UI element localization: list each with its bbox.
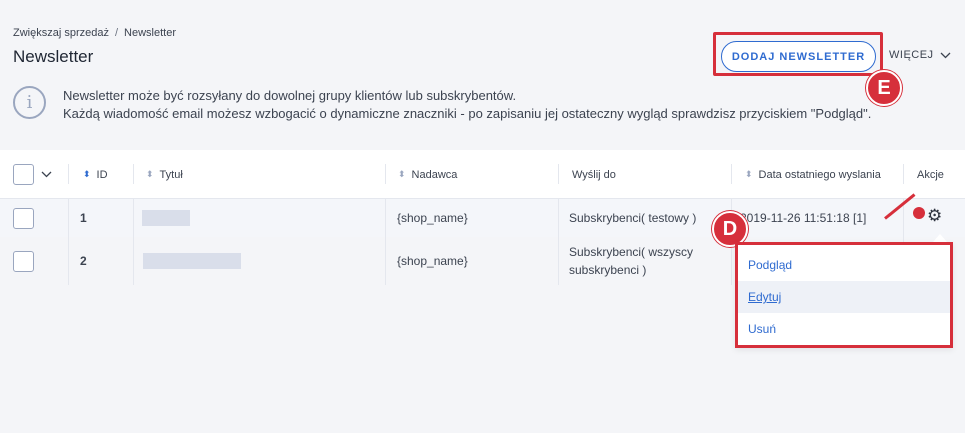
column-header-last-sent[interactable]: ⬍ Data ostatniego wyslania bbox=[745, 150, 881, 199]
column-header-actions: Akcje bbox=[917, 168, 944, 181]
breadcrumb: Zwiększaj sprzedaż / Newsletter bbox=[13, 27, 176, 39]
info-icon: i bbox=[13, 86, 46, 119]
sort-icon: ⬍ bbox=[83, 169, 91, 179]
info-line-2: Każdą wiadomość email możesz wzbogacić o… bbox=[63, 106, 872, 121]
row-checkbox[interactable] bbox=[13, 250, 34, 272]
dropdown-caret bbox=[933, 234, 947, 242]
row-send-to: Subskrybenci( testowy ) bbox=[569, 211, 697, 225]
sort-icon: ⬍ bbox=[146, 169, 154, 179]
page-title: Newsletter bbox=[13, 47, 94, 66]
breadcrumb-parent-link[interactable]: Zwiększaj sprzedaż bbox=[13, 27, 109, 39]
column-header-title[interactable]: ⬍ Tytuł bbox=[146, 150, 183, 199]
row-sender: {shop_name} bbox=[397, 211, 468, 225]
info-line-1: Newsletter może być rozsyłany do dowolne… bbox=[63, 88, 517, 103]
row-sender: {shop_name} bbox=[397, 254, 468, 268]
annotation-marker-e: E bbox=[866, 70, 902, 106]
column-header-send-to: Wyślij do bbox=[572, 168, 616, 181]
sort-icon: ⬍ bbox=[745, 169, 753, 179]
row-checkbox[interactable] bbox=[13, 207, 34, 229]
chevron-down-icon bbox=[940, 52, 951, 58]
breadcrumb-separator: / bbox=[114, 27, 119, 39]
menu-item-edit[interactable]: Edytuj bbox=[738, 281, 950, 313]
more-menu-button[interactable]: WIĘCEJ bbox=[889, 49, 951, 61]
menu-item-preview[interactable]: Podgląd bbox=[738, 249, 950, 281]
sort-icon: ⬍ bbox=[398, 169, 406, 179]
actions-dropdown-menu: Podgląd Edytuj Usuń bbox=[735, 242, 953, 348]
chevron-down-icon[interactable] bbox=[41, 171, 52, 178]
row-send-to: Subskrybenci( wszyscy subskrybenci ) bbox=[569, 245, 694, 277]
column-header-sender[interactable]: ⬍ Nadawca bbox=[398, 150, 457, 199]
breadcrumb-current: Newsletter bbox=[124, 27, 177, 39]
row-id: 1 bbox=[80, 211, 87, 225]
more-label: WIĘCEJ bbox=[889, 49, 934, 61]
redacted-title bbox=[143, 253, 241, 269]
info-text: Newsletter może być rozsyłany do dowolne… bbox=[63, 87, 871, 123]
menu-item-delete[interactable]: Usuń bbox=[738, 313, 950, 345]
add-newsletter-button[interactable]: DODAJ NEWSLETTER bbox=[721, 41, 876, 72]
redacted-title bbox=[142, 210, 190, 226]
table-header: ⬍ ID ⬍ Tytuł ⬍ Nadawca Wyślij do ⬍ Data osta… bbox=[0, 150, 965, 199]
select-all-checkbox[interactable] bbox=[13, 164, 34, 185]
column-header-id[interactable]: ⬍ ID bbox=[83, 150, 108, 199]
row-last-sent: 2019-11-26 11:51:18 [1] bbox=[740, 211, 867, 225]
table-row[interactable]: 1 {shop_name} Subskrybenci( testowy ) 20… bbox=[0, 199, 965, 237]
select-all-control[interactable] bbox=[13, 150, 52, 199]
row-id: 2 bbox=[80, 254, 87, 268]
annotation-dot bbox=[913, 207, 925, 219]
gear-icon[interactable]: ⚙ bbox=[927, 206, 942, 226]
